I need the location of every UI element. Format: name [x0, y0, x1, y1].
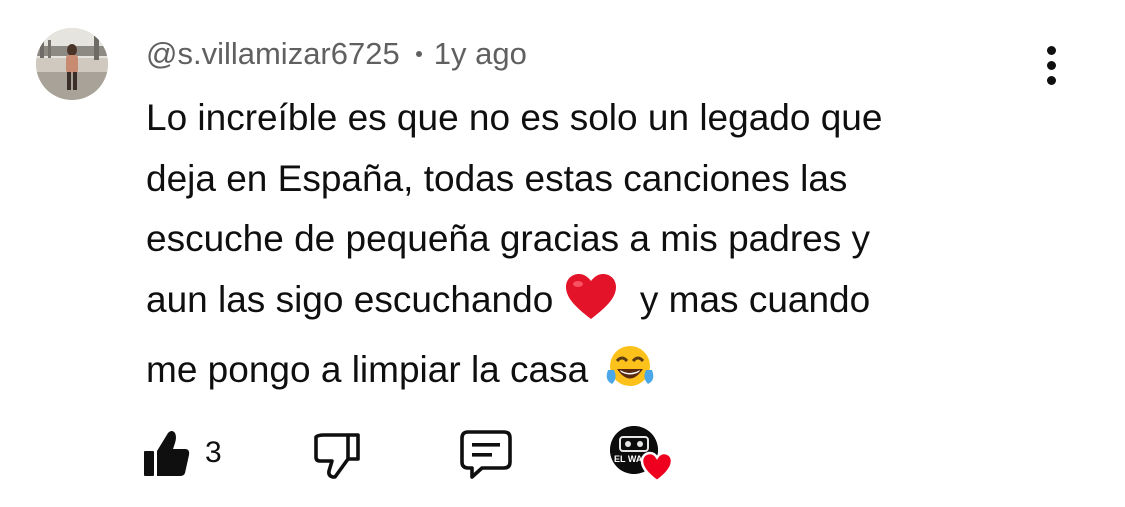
author-handle[interactable]: @s.villamizar6725 [146, 36, 400, 72]
dislike-button[interactable] [312, 429, 362, 479]
comment-meta: @s.villamizar6725 1y ago [146, 34, 527, 74]
comment-line-text: y mas cuando [639, 278, 871, 320]
comment-line: me pongo a limpiar la casa [146, 340, 1046, 411]
comment-line: aun las sigo escuchando y mas cuando [146, 270, 1046, 341]
author-avatar[interactable] [36, 28, 108, 100]
more-vert-icon [1047, 46, 1056, 55]
comment-line: deja en España, todas estas canciones la… [146, 157, 848, 199]
comment-line-text: me pongo a limpiar la casa [146, 349, 589, 390]
comment: @s.villamizar6725 1y ago Lo increíble es… [0, 0, 1125, 507]
avatar-photo [36, 28, 108, 100]
reply-button[interactable] [458, 428, 514, 480]
comment-line: escuche de pequeña gracias a mis padres … [146, 218, 870, 259]
comment-line-text: aun las sigo escuchando [146, 278, 554, 320]
more-options-button[interactable] [1032, 44, 1072, 88]
comment-text: Lo increíble es que no es solo un legado… [146, 88, 1046, 411]
comment-timestamp: 1y ago [433, 36, 527, 71]
red-heart-emoji-icon [564, 272, 618, 341]
thumbs-down-icon [314, 433, 360, 479]
like-count: 3 [205, 436, 222, 469]
heart-icon [640, 451, 674, 483]
tears-of-joy-emoji-icon [604, 344, 656, 411]
comment-line: Lo increíble es que no es solo un legado… [146, 97, 883, 138]
thumbs-up-icon [144, 431, 190, 476]
separator-dot [415, 51, 422, 57]
comment-actions: 3 EL WALK [0, 424, 1125, 484]
reply-comment-icon [460, 430, 512, 479]
creator-heart-badge: EL WALK [608, 424, 674, 484]
like-button[interactable] [142, 429, 190, 479]
